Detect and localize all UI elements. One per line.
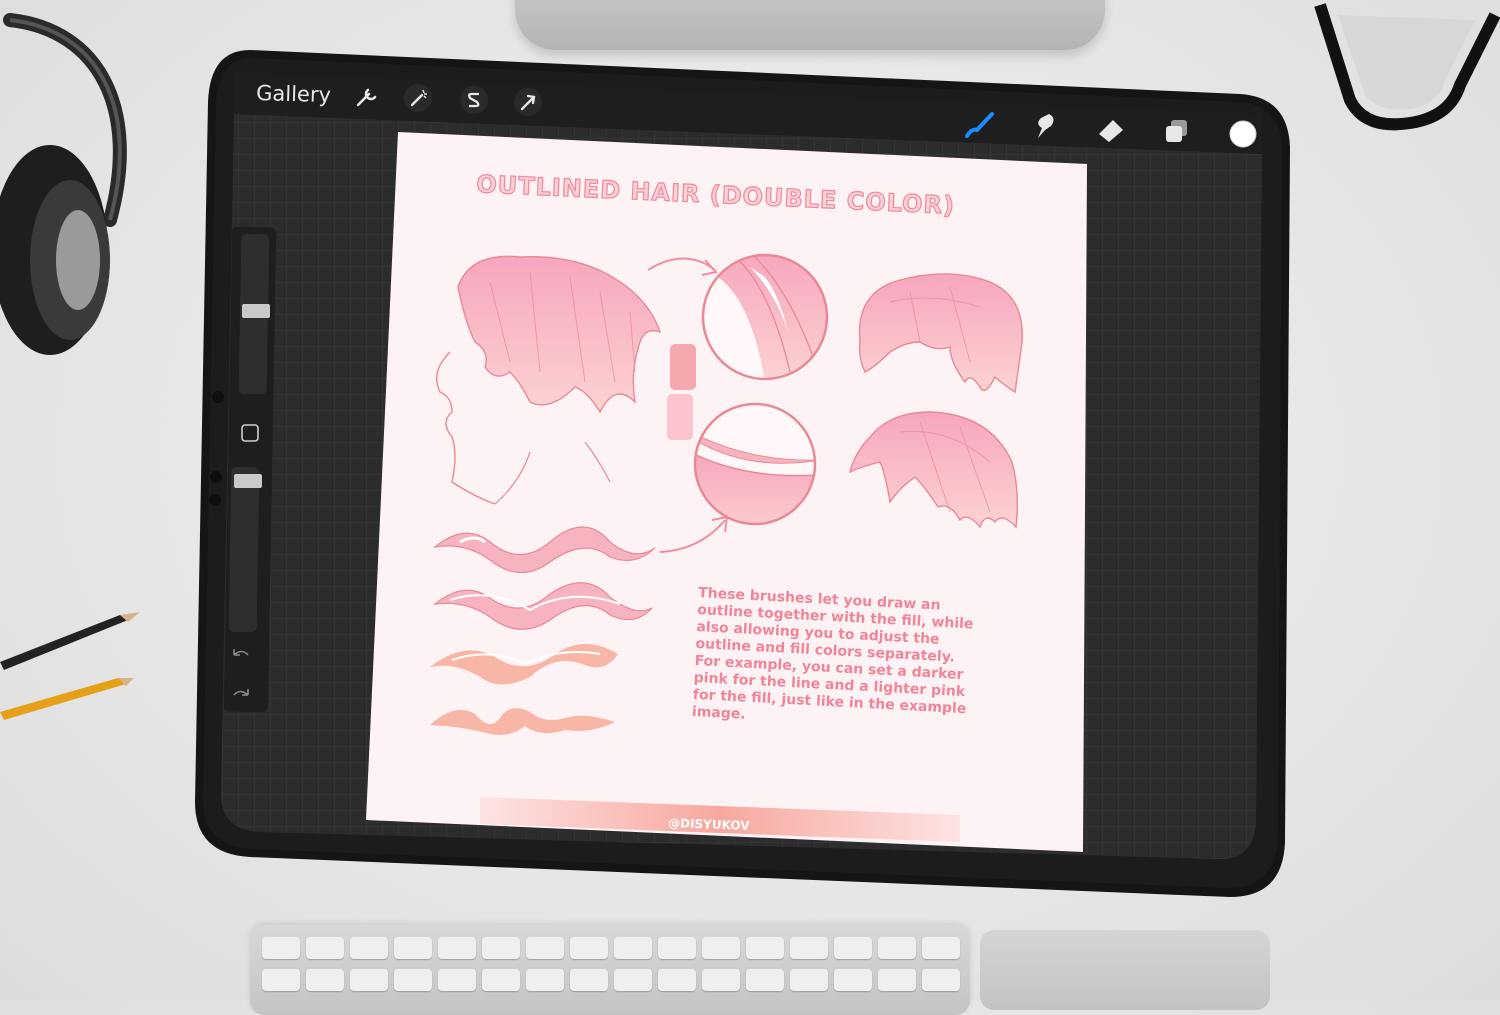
sidebar [223,226,277,713]
arrow-cursor-icon[interactable] [514,88,542,116]
magic-wand-icon[interactable] [404,84,432,112]
gallery-button[interactable]: Gallery [256,81,331,107]
trackpad [980,930,1270,1010]
headphones-icon [0,13,127,355]
canvas-credit: @DISYUKOV [668,816,751,833]
pencils-icon [0,612,140,720]
opacity-handle[interactable] [234,474,262,488]
glasses-icon [1314,3,1500,131]
selection-s-icon[interactable] [460,86,488,114]
brush-size-handle[interactable] [242,304,270,318]
swatch-outline-color [670,344,696,390]
color-swatch-icon[interactable] [1229,120,1257,148]
opacity-slider[interactable] [228,466,260,633]
canvas-artwork[interactable]: OUTLINED HAIR (DOUBLE COLOR) These brush… [366,132,1087,852]
keyboard [250,925,970,1015]
swatch-fill-color [667,394,693,440]
tablet-device: Gallery OUTLINED HAIR (DOUBLE COLOR) The… [190,42,1300,907]
